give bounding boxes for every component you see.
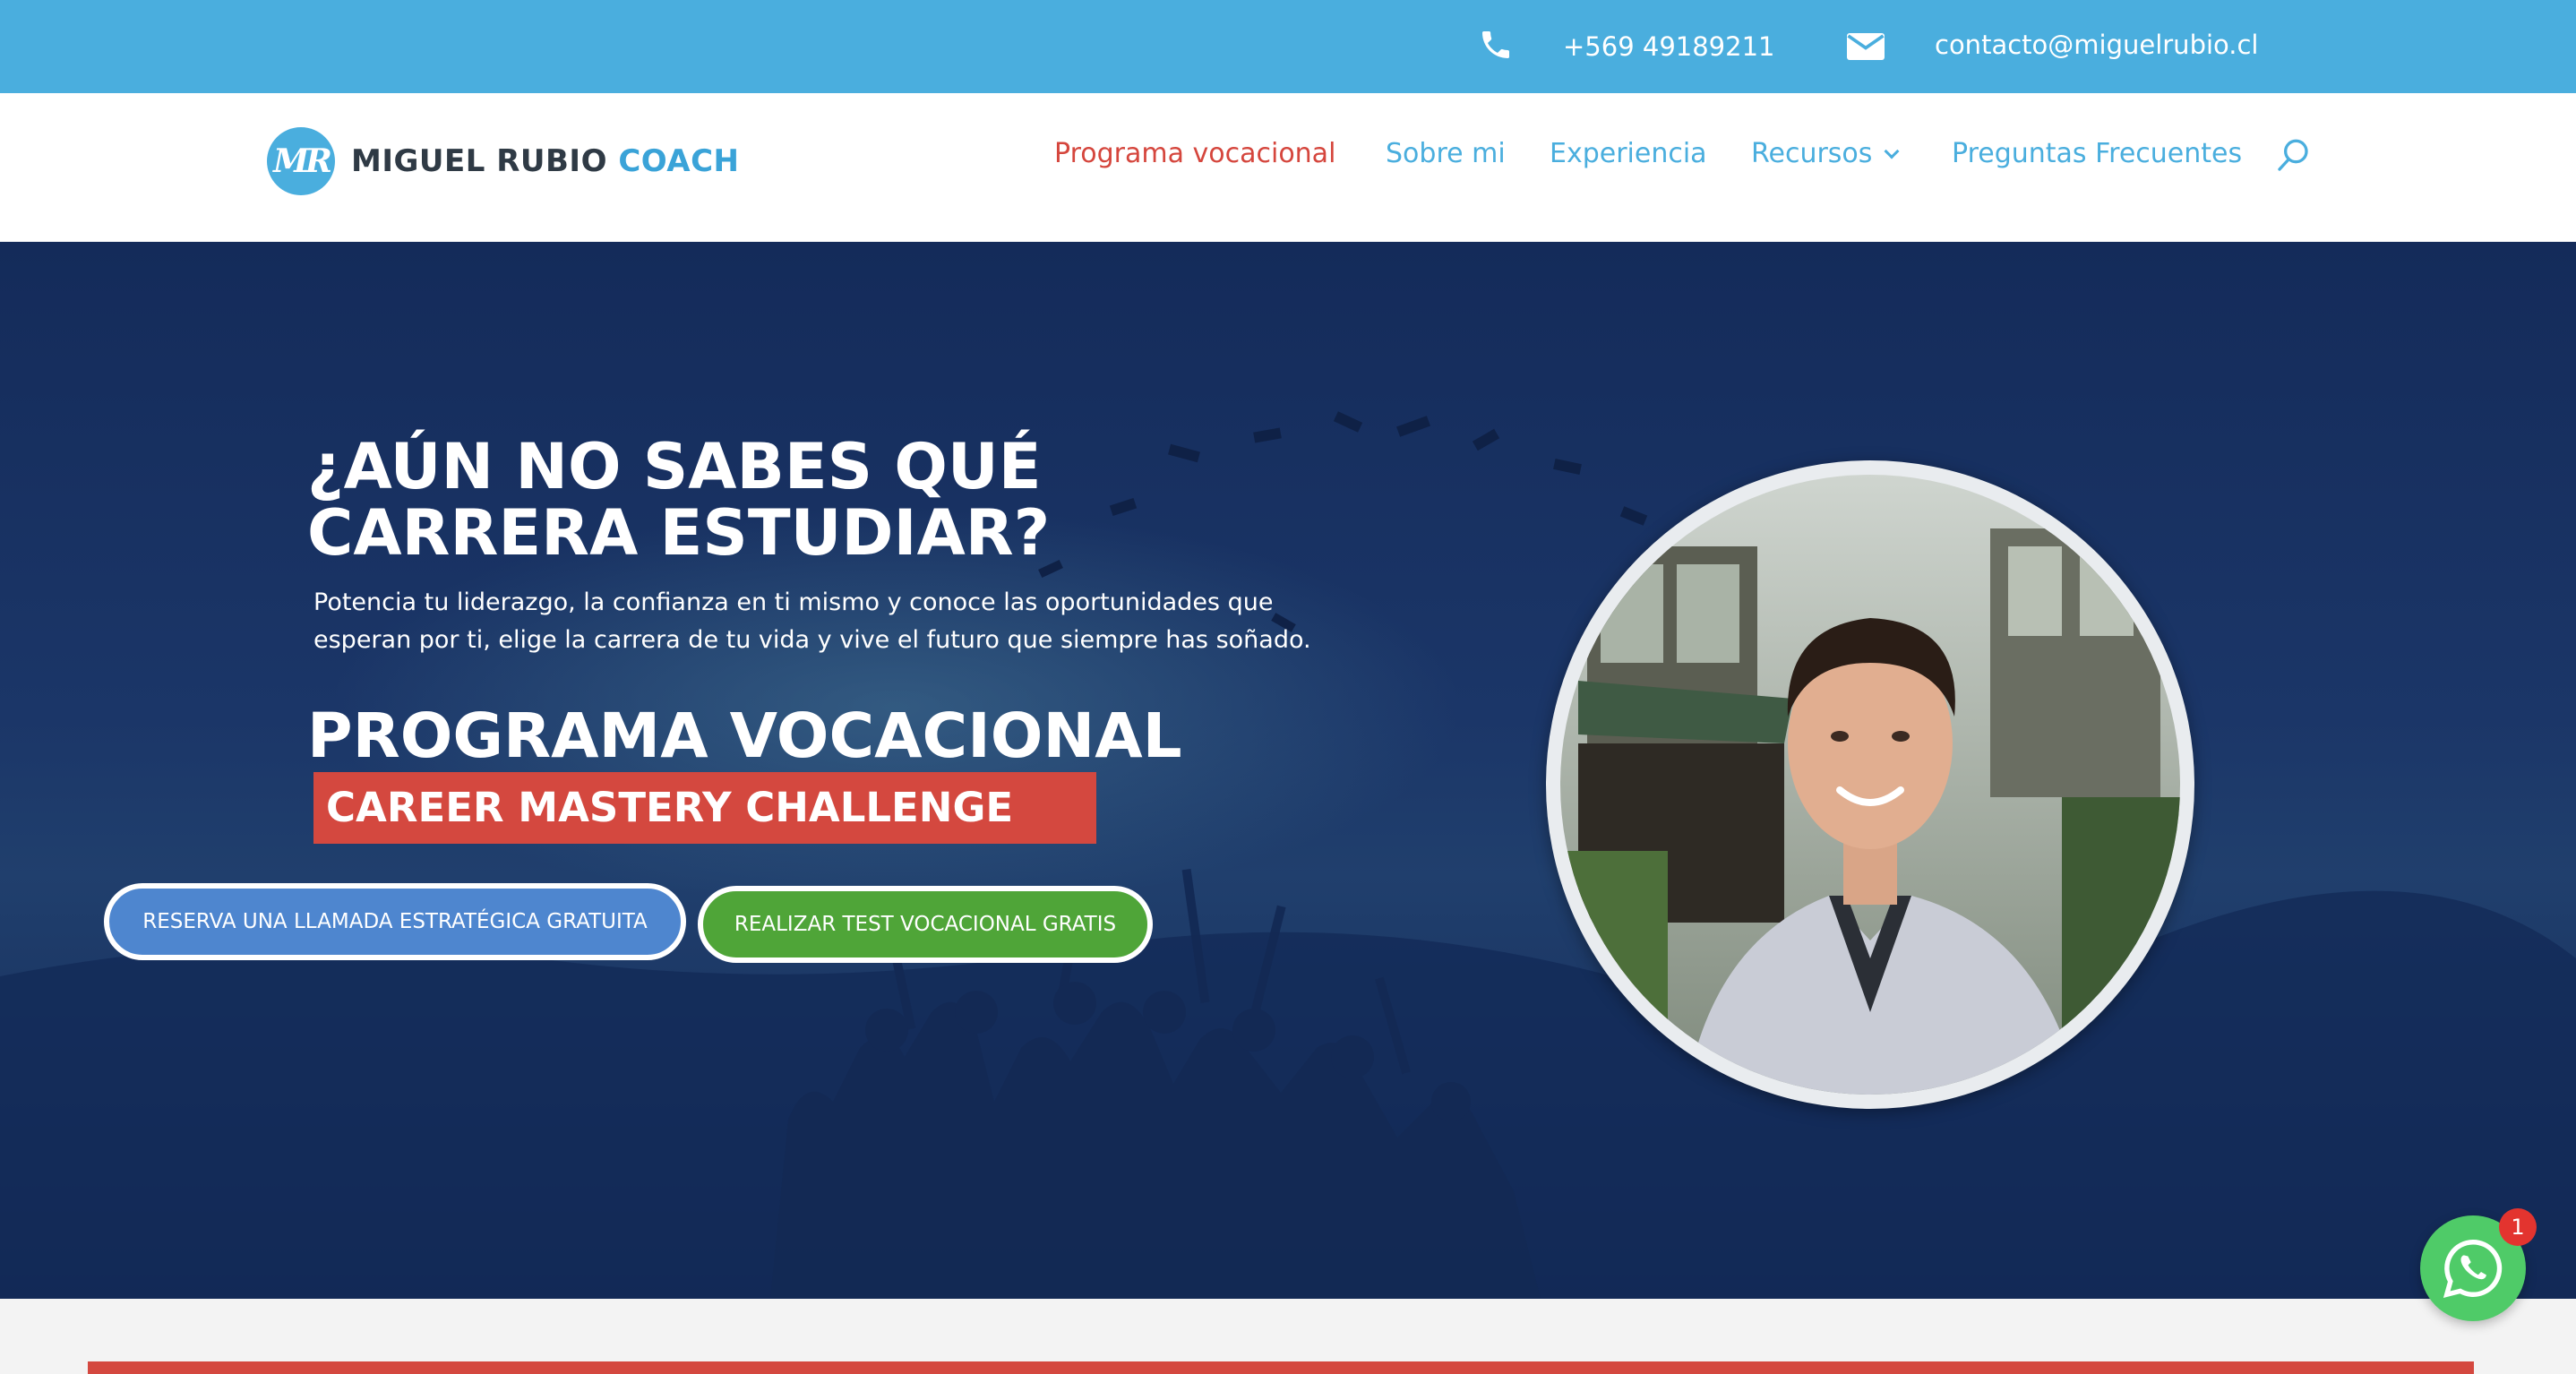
program-heading: PROGRAMA VOCACIONAL [307,700,1182,772]
search-icon[interactable] [2275,138,2311,174]
logo-text: MIGUEL RUBIO COACH [351,143,740,179]
nav-recursos[interactable]: Recursos [1751,138,1900,169]
email-address[interactable]: contacto@miguelrubio.cl [1935,0,2258,91]
next-section-preview [0,1299,2576,1374]
section-red-bar [88,1361,2474,1374]
logo-mark-icon: MR [267,127,335,195]
coach-portrait [1546,460,2194,1109]
nav-programa-vocacional[interactable]: Programa vocacional [1054,138,1335,169]
site-header: MR MIGUEL RUBIO COACH Programa vocaciona… [0,93,2576,242]
coach-photo [1560,475,2180,1095]
hero-title: ¿AÚN NO SABES QUÉ CARRERA ESTUDIAR? [307,434,1292,566]
hero-title-line-1: ¿AÚN NO SABES QUÉ [307,430,1042,503]
chevron-down-icon [1884,143,1900,159]
phone-icon [1482,31,1509,58]
nav-recursos-label: Recursos [1751,138,1873,169]
hero-section: ¿AÚN NO SABES QUÉ CARRERA ESTUDIAR? Pote… [0,242,2576,1299]
site-logo[interactable]: MR MIGUEL RUBIO COACH [267,127,740,195]
nav-sobre-mi[interactable]: Sobre mi [1386,138,1506,169]
hero-title-line-2: CARRERA ESTUDIAR? [307,496,1051,570]
logo-name: MIGUEL RUBIO [351,143,607,179]
whatsapp-icon [2443,1240,2503,1299]
challenge-banner: CAREER MASTERY CHALLENGE [313,772,1096,844]
nav-experiencia[interactable]: Experiencia [1550,138,1707,169]
hero-subtitle: Potencia tu liderazgo, la confianza en t… [313,584,1326,659]
whatsapp-notification-badge: 1 [2499,1208,2537,1246]
envelope-icon [1847,33,1885,60]
top-contact-bar: +569 49189211 contacto@miguelrubio.cl [0,0,2576,93]
hero-subtitle-line-2: esperan por ti, elige la carrera de tu v… [313,626,1311,654]
book-call-button[interactable]: RESERVA UNA LLAMADA ESTRATÉGICA GRATUITA [104,883,686,960]
nav-preguntas-frecuentes[interactable]: Preguntas Frecuentes [1952,138,2242,169]
vocational-test-button[interactable]: REALIZAR TEST VOCACIONAL GRATIS [698,886,1153,963]
logo-accent: COACH [618,143,740,179]
hero-subtitle-line-1: Potencia tu liderazgo, la confianza en t… [313,588,1274,616]
phone-number[interactable]: +569 49189211 [1563,0,1774,93]
